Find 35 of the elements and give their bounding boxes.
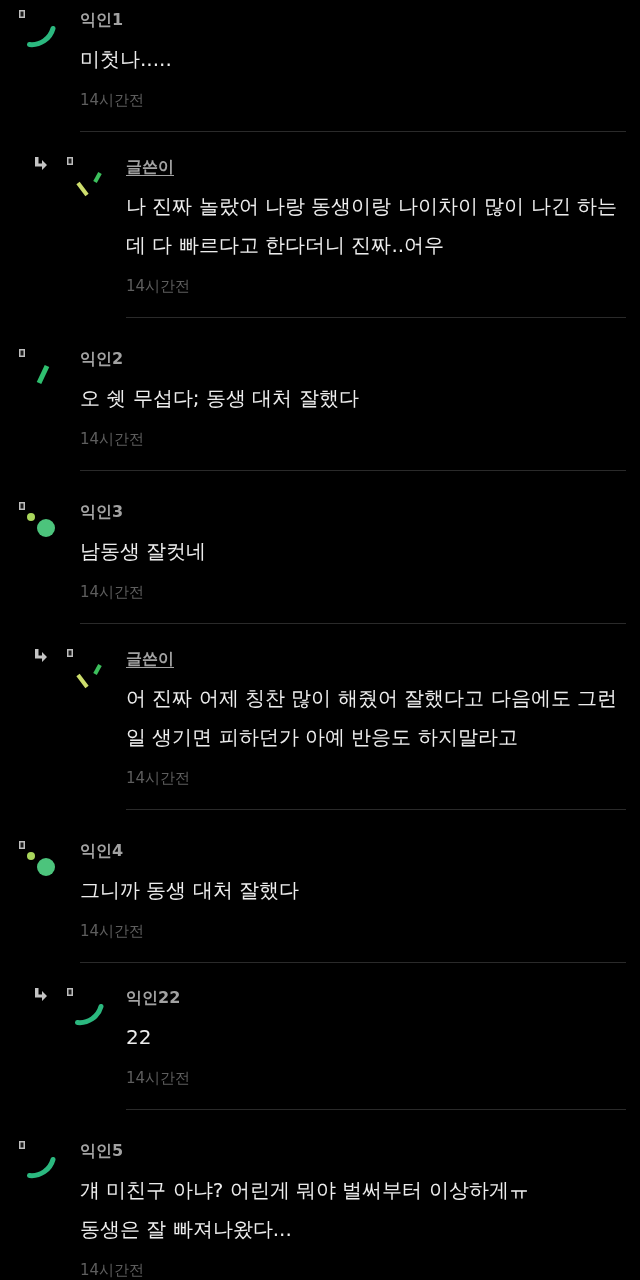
small-rectangle-icon xyxy=(19,502,25,510)
commenter-name: 익인4 xyxy=(80,840,124,862)
small-rectangle-icon xyxy=(19,10,25,18)
comment-text: 나 진짜 놀랐어 나랑 동생이랑 나이차이 많이 나긴 하는데 다 빠르다고 한다더니 진짜..어우 xyxy=(126,193,618,259)
commenter-name: 글쓴이 xyxy=(126,648,174,670)
commenter-name: 익인5 xyxy=(80,1140,124,1162)
small-rectangle-icon xyxy=(19,1141,25,1149)
comment-text: 그니까 동생 대처 잘했다 xyxy=(80,877,300,904)
timestamp: 14시간전 xyxy=(126,276,191,296)
timestamp: 14시간전 xyxy=(80,429,145,449)
commenter-name: 익인22 xyxy=(126,987,181,1009)
small-rectangle-icon xyxy=(67,649,73,657)
timestamp: 14시간전 xyxy=(126,1068,191,1088)
timestamp: 14시간전 xyxy=(80,921,145,941)
comment-text: 남동생 잘컷네 xyxy=(80,538,207,565)
commenter-name: 익인1 xyxy=(80,9,124,31)
timestamp: 14시간전 xyxy=(80,582,145,602)
small-rectangle-icon xyxy=(19,841,25,849)
commenter-name: 익인2 xyxy=(80,348,124,370)
reply-arrow-icon xyxy=(34,157,47,170)
reply-arrow-icon xyxy=(34,649,47,662)
commenter-name: 글쓴이 xyxy=(126,156,174,178)
small-rectangle-icon xyxy=(67,157,73,165)
small-rectangle-icon xyxy=(67,988,73,996)
comment-text: 22 xyxy=(126,1024,152,1051)
timestamp: 14시간전 xyxy=(80,90,145,110)
timestamp: 14시간전 xyxy=(80,1260,145,1280)
reply-arrow-icon xyxy=(34,988,47,1001)
comment-text: 오 쉣 무섭다; 동생 대처 잘했다 xyxy=(80,385,359,412)
comment-text: 미첫나..... xyxy=(80,46,172,73)
commenter-name: 익인3 xyxy=(80,501,124,523)
comment-text: 어 진짜 어제 칭찬 많이 해줬어 잘했다고 다음에도 그런 일 생기면 피하던가 아예 반응도 하지말라고 xyxy=(126,685,618,751)
small-rectangle-icon xyxy=(19,349,25,357)
comment-text: 걔 미친구 아냐? 어린게 뭐야 벌써부터 이상하게ㅠ 동생은 잘 빠져나왔다... xyxy=(80,1177,529,1243)
timestamp: 14시간전 xyxy=(126,768,191,788)
